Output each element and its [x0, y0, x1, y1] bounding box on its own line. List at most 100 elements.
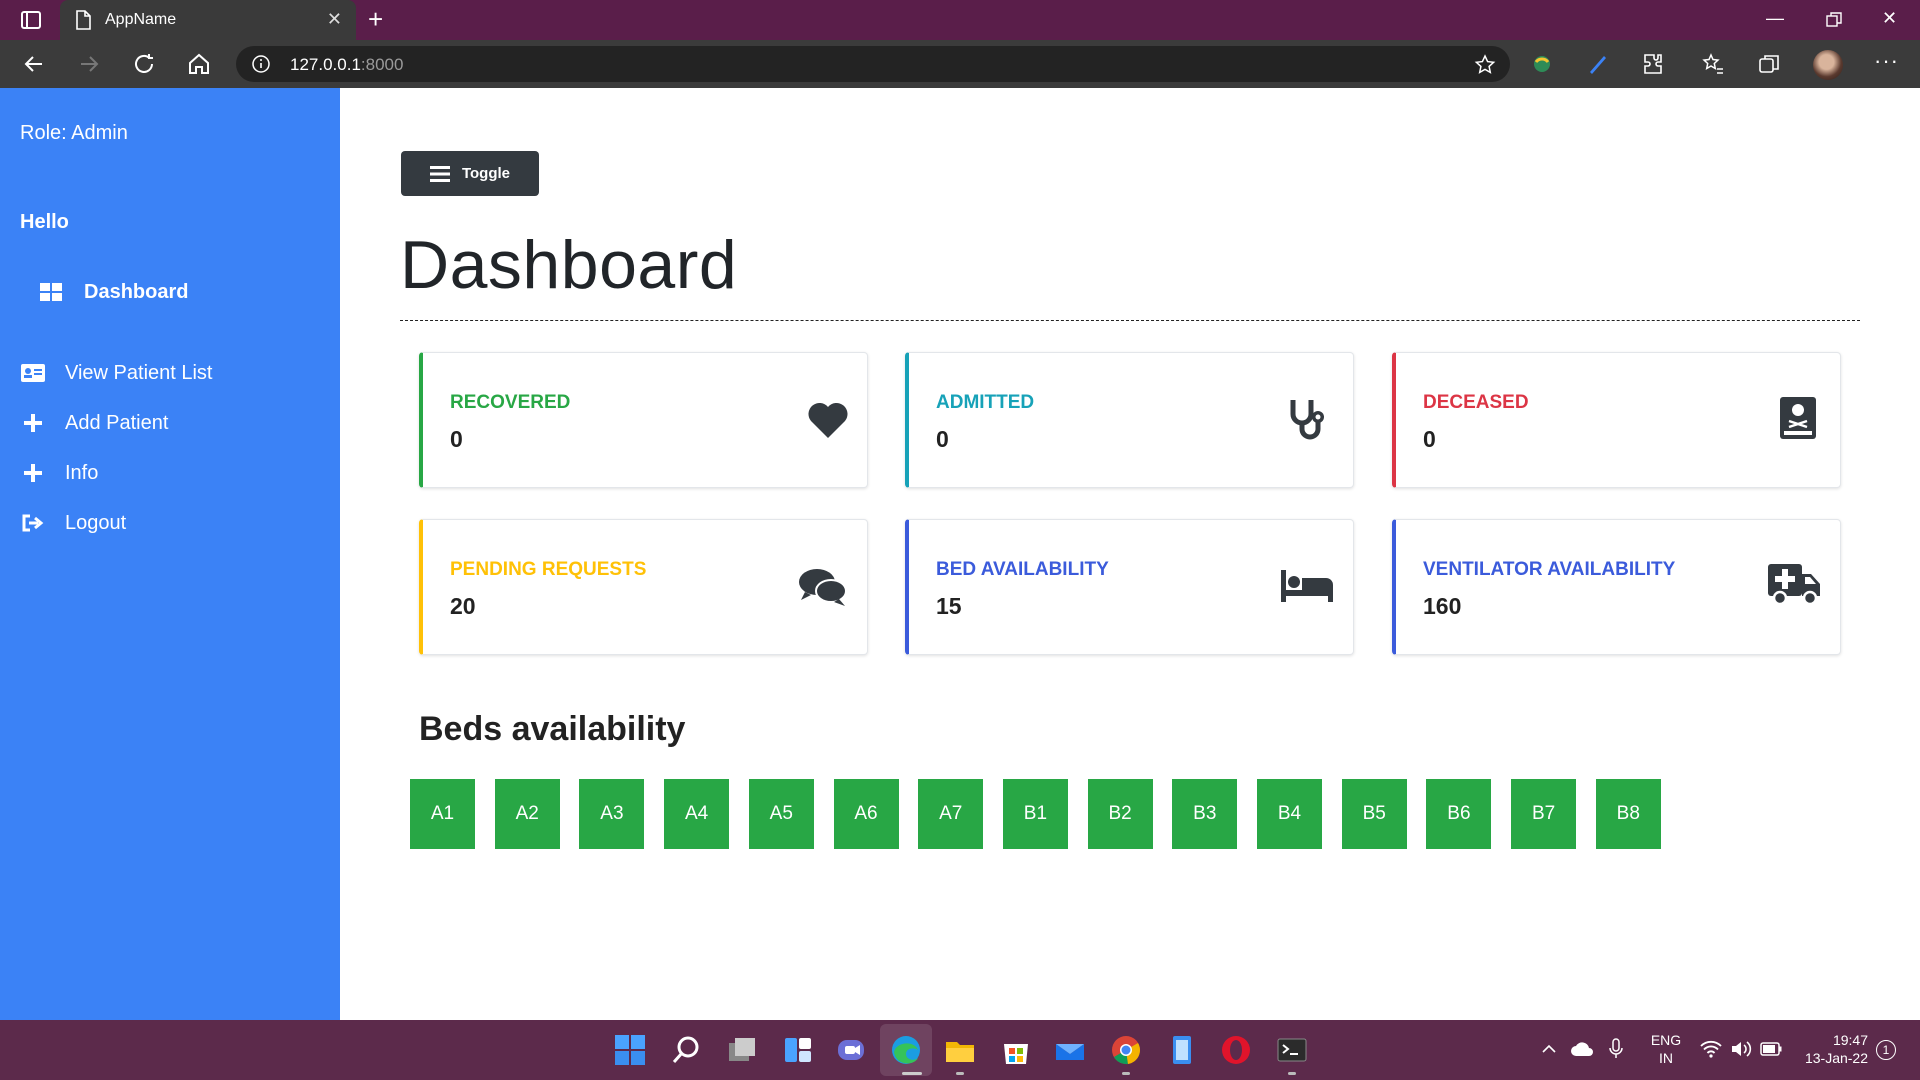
more-menu-icon[interactable]: ···	[1874, 48, 1899, 74]
bed-button-a4[interactable]: A4	[664, 779, 730, 849]
page-icon	[76, 10, 91, 30]
bed-button-a1[interactable]: A1	[410, 779, 475, 849]
running-indicator	[1288, 1072, 1296, 1075]
card-label: VENTILATOR AVAILABILITY	[1423, 559, 1676, 580]
bed-button-b3[interactable]: B3	[1172, 779, 1238, 849]
restore-icon[interactable]	[1826, 12, 1842, 28]
sidebar-item-label: View Patient List	[65, 361, 213, 384]
browser-toolbar: 127.0.0.1:8000 ···	[0, 40, 1920, 88]
language-indicator[interactable]: ENG IN	[1646, 1031, 1686, 1067]
bed-button-a3[interactable]: A3	[579, 779, 645, 849]
profile-avatar[interactable]	[1813, 50, 1843, 80]
chrome-icon[interactable]	[1110, 1034, 1142, 1066]
teams-chat-icon[interactable]	[836, 1034, 868, 1066]
bed-button-b1[interactable]: B1	[1002, 779, 1068, 849]
notification-badge[interactable]: 1	[1876, 1040, 1896, 1060]
bed-button-b4[interactable]: B4	[1257, 779, 1322, 849]
browser-tab[interactable]: AppName ✕	[60, 0, 356, 40]
notepad-icon[interactable]	[1166, 1034, 1198, 1066]
file-explorer-icon[interactable]	[944, 1034, 976, 1066]
windows-taskbar: ENG IN 19:47 13-Jan-22 1	[0, 1020, 1920, 1080]
refresh-icon[interactable]	[132, 52, 156, 76]
page-title: Dashboard	[400, 227, 738, 303]
toggle-label: Toggle	[461, 165, 511, 182]
book-dead-icon	[1780, 397, 1816, 439]
card-value: 15	[936, 593, 962, 619]
stat-card-deceased: DECEASED 0	[1392, 352, 1841, 488]
heart-icon	[808, 402, 848, 438]
microphone-icon[interactable]	[1608, 1038, 1624, 1060]
card-label: ADMITTED	[936, 392, 1035, 413]
extension-globe-icon[interactable]	[1530, 52, 1554, 76]
bed-button-b7[interactable]: B7	[1511, 779, 1577, 849]
sidebar-item-info[interactable]: Info	[20, 461, 98, 485]
extensions-icon[interactable]	[1641, 52, 1665, 76]
stat-card-ventilator-availability: VENTILATOR AVAILABILITY 160	[1392, 519, 1841, 655]
favorites-icon[interactable]	[1701, 52, 1725, 76]
tab-actions-icon[interactable]	[20, 9, 42, 31]
clock-date: 13-Jan-22	[1804, 1050, 1868, 1066]
bed-button-a6[interactable]: A6	[833, 779, 899, 849]
edge-browser-icon[interactable]	[890, 1034, 922, 1066]
collections-icon[interactable]	[1757, 52, 1781, 76]
start-icon[interactable]	[614, 1034, 646, 1066]
task-view-icon[interactable]	[726, 1034, 758, 1066]
battery-icon[interactable]	[1760, 1042, 1782, 1056]
mail-icon[interactable]	[1054, 1034, 1086, 1066]
bed-button-b2[interactable]: B2	[1087, 779, 1153, 849]
bed-button-a5[interactable]: A5	[748, 779, 814, 849]
card-label: RECOVERED	[450, 392, 571, 413]
sidebar-item-label: Logout	[65, 511, 127, 534]
sidebar-item-add-patient[interactable]: Add Patient	[20, 411, 168, 435]
user-role: Role: Admin	[20, 122, 128, 144]
chevron-up-icon[interactable]	[1540, 1040, 1558, 1058]
sidebar-item-view-patient-list[interactable]: View Patient List	[20, 361, 213, 385]
running-indicator	[956, 1072, 964, 1075]
sidebar: Role: Admin Hello Dashboard View Patient…	[0, 88, 340, 1020]
stethoscope-icon	[1290, 400, 1324, 440]
bed-button-b5[interactable]: B5	[1341, 779, 1407, 849]
search-icon[interactable]	[670, 1034, 702, 1066]
sidebar-item-dashboard[interactable]: Dashboard	[38, 280, 188, 304]
card-value: 0	[936, 426, 949, 452]
ambulance-icon	[1768, 564, 1820, 606]
plus-icon	[20, 461, 46, 485]
address-bar[interactable]: 127.0.0.1:8000	[236, 46, 1510, 82]
hamburger-icon	[429, 165, 450, 182]
clock-time: 19:47	[1832, 1032, 1868, 1048]
plus-icon	[20, 411, 46, 435]
bed-button-b8[interactable]: B8	[1595, 779, 1661, 849]
title-divider	[400, 320, 1860, 321]
sidebar-item-logout[interactable]: Logout	[20, 511, 126, 535]
extension-pen-icon[interactable]	[1586, 52, 1610, 76]
store-icon[interactable]	[1000, 1034, 1032, 1066]
toggle-button[interactable]: Toggle	[401, 151, 539, 196]
close-window-icon[interactable]: ✕	[1882, 8, 1897, 29]
minimize-icon[interactable]: —	[1766, 8, 1784, 29]
bed-button-a7[interactable]: A7	[918, 779, 984, 849]
forward-icon[interactable]	[77, 52, 101, 76]
home-icon[interactable]	[187, 52, 211, 76]
wifi-icon[interactable]	[1700, 1040, 1722, 1058]
card-label: BED AVAILABILITY	[936, 559, 1109, 580]
stat-card-pending-requests: PENDING REQUESTS 20	[419, 519, 868, 655]
bed-button-b6[interactable]: B6	[1426, 779, 1492, 849]
card-value: 20	[450, 593, 476, 619]
onedrive-cloud-icon[interactable]	[1570, 1040, 1594, 1058]
add-favorite-icon[interactable]	[1474, 54, 1496, 76]
opera-icon[interactable]	[1220, 1034, 1252, 1066]
bed-button-a2[interactable]: A2	[494, 779, 560, 849]
tab-close-icon[interactable]: ✕	[327, 9, 342, 30]
widgets-icon[interactable]	[782, 1034, 814, 1066]
comments-icon	[799, 569, 847, 606]
url-text: 127.0.0.1:8000	[290, 55, 404, 74]
language-code: ENG	[1650, 1032, 1682, 1048]
back-icon[interactable]	[22, 52, 46, 76]
dashboard-grid-icon	[38, 280, 64, 304]
volume-icon[interactable]	[1730, 1040, 1752, 1058]
clock[interactable]: 19:47 13-Jan-22	[1796, 1031, 1868, 1067]
site-info-icon[interactable]	[252, 55, 270, 73]
new-tab-icon[interactable]: +	[368, 6, 383, 32]
terminal-icon[interactable]	[1276, 1034, 1308, 1066]
main-content: Toggle Dashboard RECOVERED 0 ADMITTED 0 …	[340, 88, 1920, 1020]
